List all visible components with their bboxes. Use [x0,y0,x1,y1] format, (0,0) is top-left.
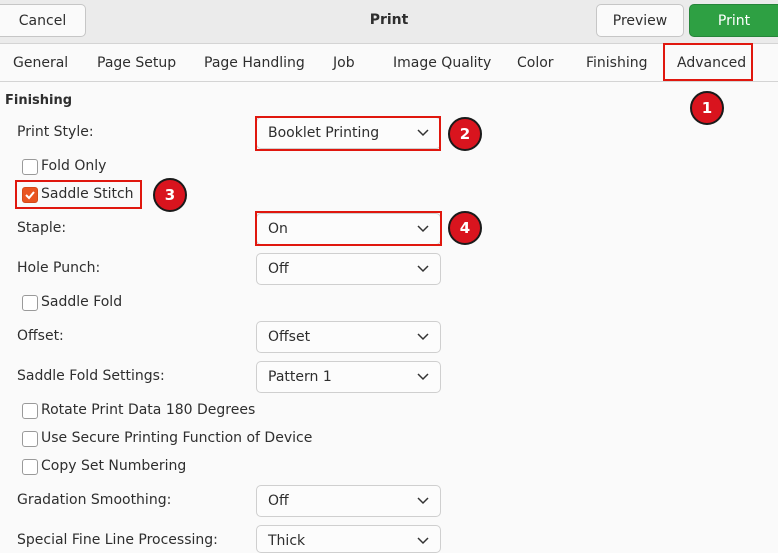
saddle-fold-settings-value: Pattern 1 [268,369,332,385]
secure-printing-checkbox[interactable] [22,431,38,447]
highlight-staple [255,211,442,246]
fold-only-label: Fold Only [41,158,107,174]
saddle-fold-checkbox[interactable] [22,295,38,311]
tab-general[interactable]: General [13,44,68,81]
chevron-down-icon [417,333,429,341]
offset-dropdown[interactable]: Offset [256,321,441,353]
chevron-down-icon [417,497,429,505]
staple-label: Staple: [17,220,67,236]
section-title: Finishing [5,93,73,108]
rotate-checkbox[interactable] [22,403,38,419]
annotation-badge-4: 4 [448,211,482,245]
print-style-label: Print Style: [17,124,94,140]
hole-punch-label: Hole Punch: [17,260,101,276]
offset-label: Offset: [17,328,64,344]
saddle-fold-label: Saddle Fold [41,294,123,310]
special-fine-line-value: Thick [268,533,306,549]
saddle-fold-settings-dropdown[interactable]: Pattern 1 [256,361,441,393]
annotation-badge-3: 3 [153,178,187,212]
offset-value: Offset [268,329,311,345]
copy-set-numbering-checkbox[interactable] [22,459,38,475]
highlight-print-style [255,116,441,151]
gradation-smoothing-dropdown[interactable]: Off [256,485,441,517]
preview-button[interactable]: Preview [596,4,684,37]
tab-page-handling[interactable]: Page Handling [204,44,305,81]
dialog-header: Cancel Print Preview Print [0,0,778,44]
tab-bar: General Page Setup Page Handling Job Ima… [0,44,778,82]
secure-printing-label: Use Secure Printing Function of Device [41,430,313,446]
chevron-down-icon [417,537,429,545]
tab-image-quality[interactable]: Image Quality [393,44,491,81]
highlight-saddle-stitch [15,180,142,209]
hole-punch-value: Off [268,261,289,277]
highlight-advanced-tab [663,43,753,81]
chevron-down-icon [417,265,429,273]
tab-job[interactable]: Job [333,44,355,81]
print-button[interactable]: Print [689,4,778,37]
saddle-fold-settings-label: Saddle Fold Settings: [17,368,165,384]
rotate-label: Rotate Print Data 180 Degrees [41,402,256,418]
tab-page-setup[interactable]: Page Setup [97,44,176,81]
tab-color[interactable]: Color [517,44,554,81]
chevron-down-icon [417,373,429,381]
annotation-badge-2: 2 [448,117,482,151]
fold-only-checkbox[interactable] [22,159,38,175]
special-fine-line-label: Special Fine Line Processing: [17,532,218,548]
special-fine-line-dropdown[interactable]: Thick [256,525,441,553]
hole-punch-dropdown[interactable]: Off [256,253,441,285]
copy-set-numbering-label: Copy Set Numbering [41,458,187,474]
tab-finishing[interactable]: Finishing [586,44,648,81]
gradation-smoothing-value: Off [268,493,289,509]
gradation-smoothing-label: Gradation Smoothing: [17,492,172,508]
annotation-badge-1: 1 [690,91,724,125]
